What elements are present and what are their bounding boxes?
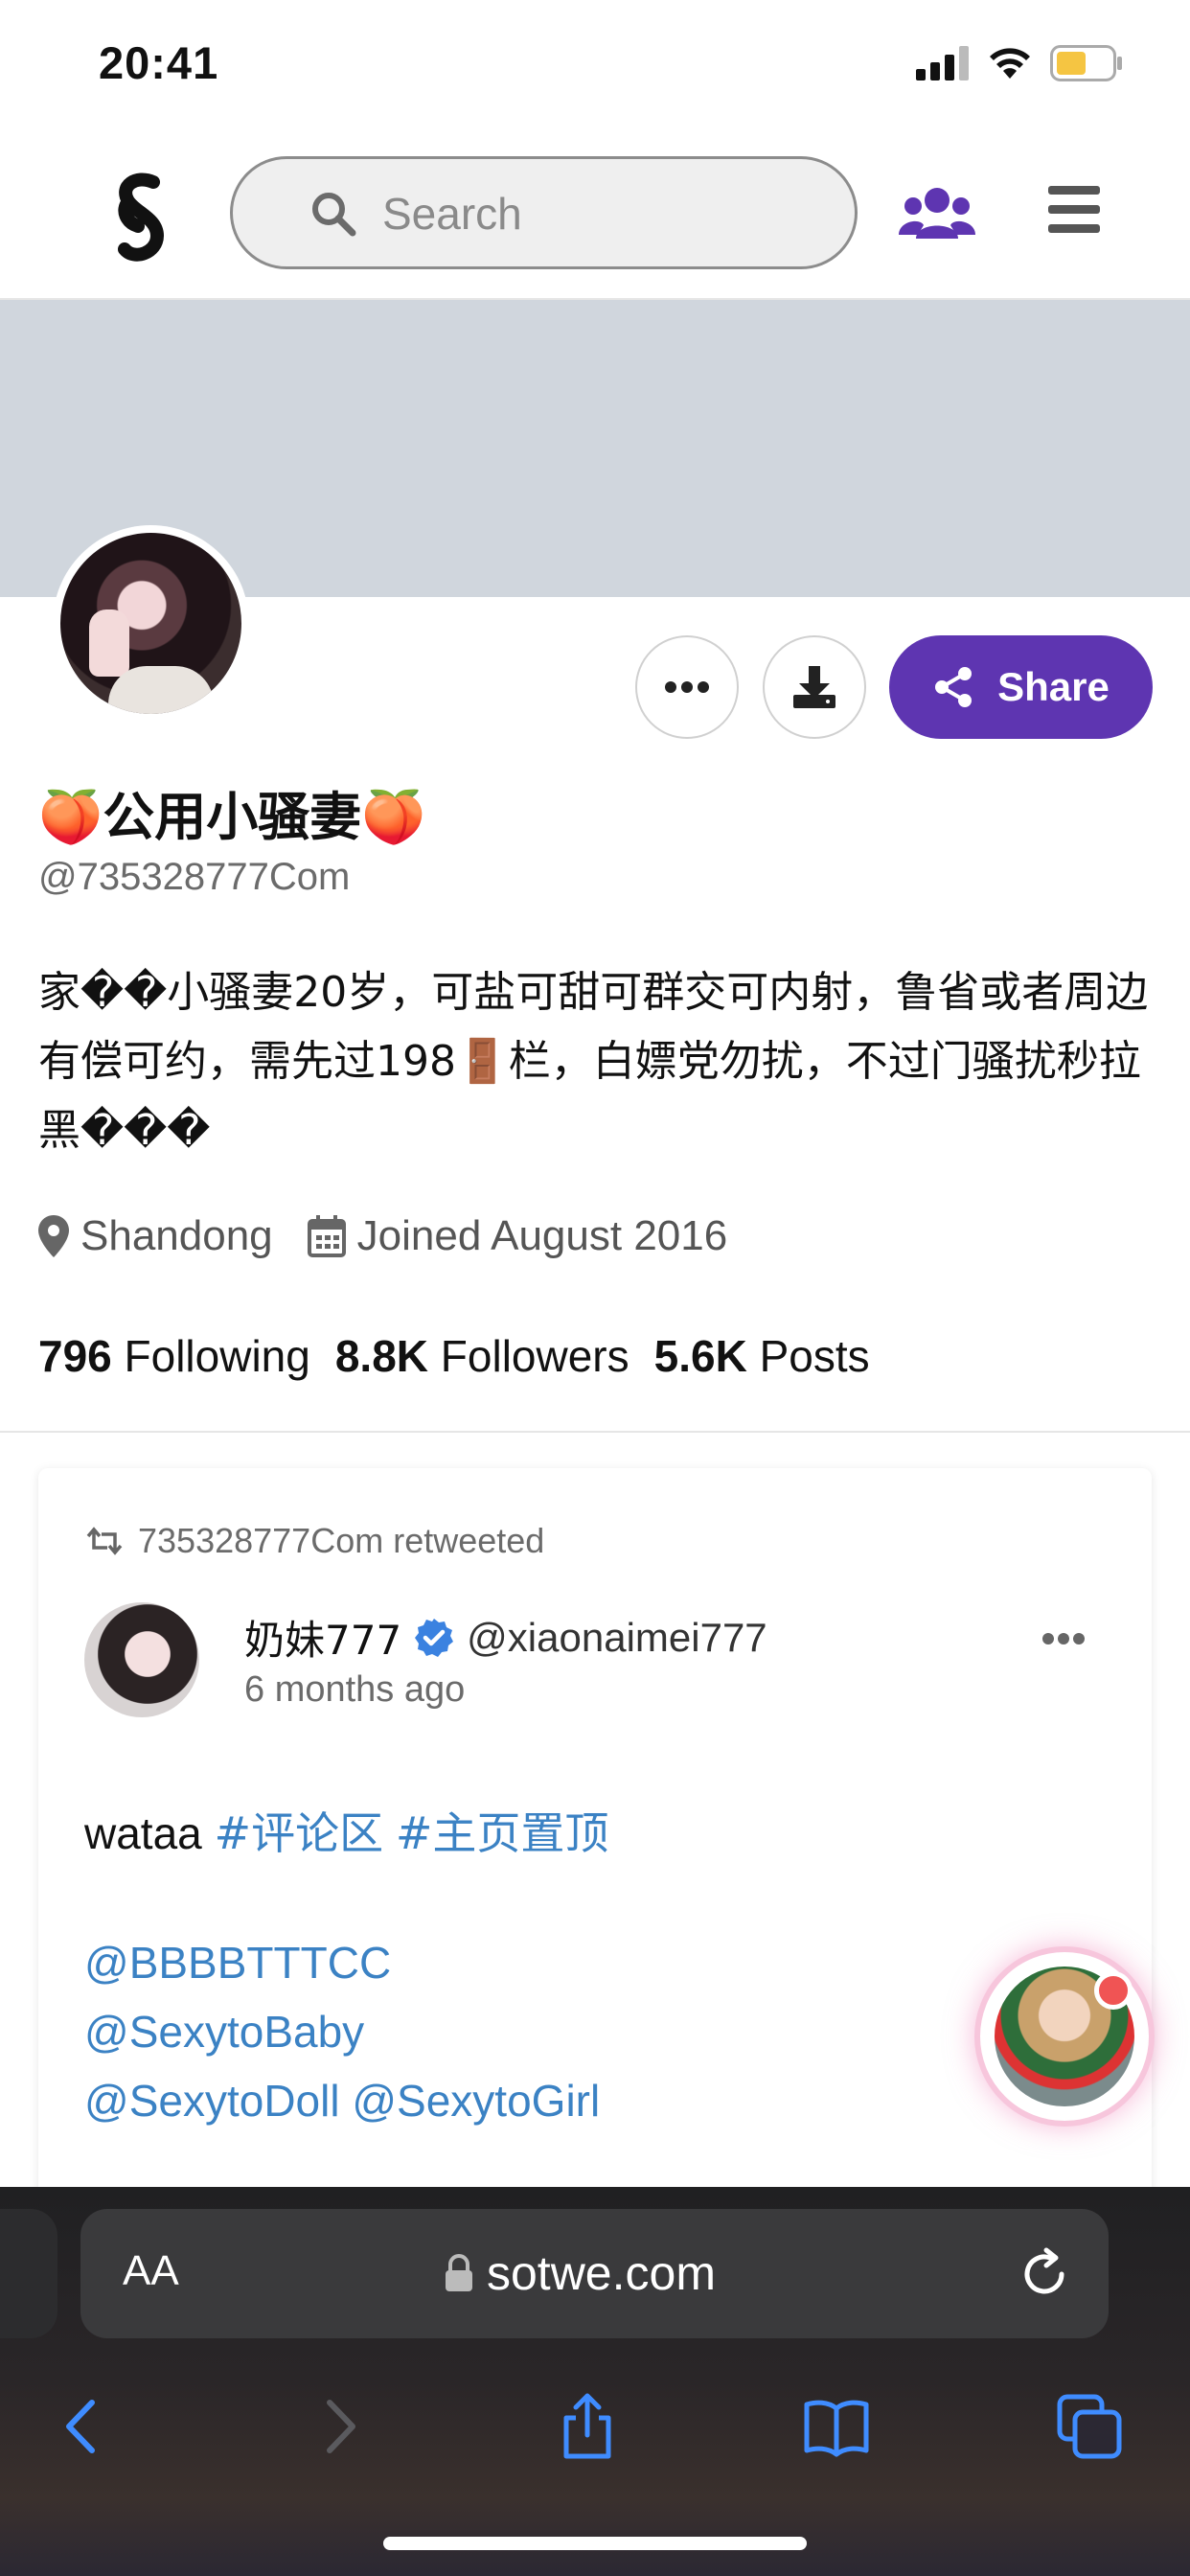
post-mentions: @BBBBTTTCC @SexytoBaby @SexytoDoll @Sexy… bbox=[84, 1928, 600, 2135]
search-placeholder: Search bbox=[382, 189, 522, 239]
browser-toolbar: AA sotwe.com bbox=[0, 2187, 1190, 2576]
forward-icon[interactable] bbox=[305, 2393, 372, 2460]
menu-icon[interactable] bbox=[1048, 184, 1100, 234]
signal-icon bbox=[916, 46, 969, 80]
share-button[interactable]: Share bbox=[889, 635, 1153, 739]
ellipsis-icon bbox=[665, 681, 709, 693]
profile-stats: 796 Following 8.8K Followers 5.6K Posts bbox=[38, 1330, 870, 1382]
url-text: sotwe.com bbox=[487, 2246, 716, 2300]
reader-settings-button[interactable]: AA bbox=[123, 2247, 179, 2295]
calendar-icon bbox=[307, 1215, 346, 1257]
section-divider bbox=[0, 1431, 1190, 1433]
home-indicator bbox=[383, 2537, 807, 2550]
display-name: 🍑公用小骚妻🍑 bbox=[38, 787, 426, 847]
search-input[interactable]: Search bbox=[230, 156, 858, 269]
followers-count: 8.8K bbox=[334, 1331, 429, 1381]
retweet-text: 735328777Com retweeted bbox=[138, 1521, 545, 1560]
profile-bio: 家��小骚妻20岁，可盐可甜可群交可内射，鲁省或者周边有偿可约，需先过198🚪栏… bbox=[38, 968, 1149, 1155]
logo-icon[interactable] bbox=[107, 172, 174, 264]
share-label: Share bbox=[997, 664, 1110, 709]
post-text: wataa #评论区 #主页置顶 bbox=[84, 1799, 608, 1868]
aa-label: AA bbox=[123, 2247, 179, 2294]
following-count: 796 bbox=[38, 1331, 112, 1381]
status-icons bbox=[916, 44, 1123, 82]
post-author[interactable]: 奶妹777 @xiaonaimei777 bbox=[244, 1608, 767, 1667]
wifi-icon bbox=[990, 48, 1030, 79]
bookmarks-icon[interactable] bbox=[803, 2393, 870, 2460]
post-card[interactable]: 735328777Com retweeted 奶妹777 @xiaonaimei… bbox=[38, 1468, 1152, 2196]
share-sheet-icon[interactable] bbox=[554, 2393, 621, 2460]
reload-icon[interactable] bbox=[1018, 2247, 1071, 2301]
avatar-image bbox=[60, 533, 241, 714]
mention-link[interactable]: @SexytoDoll @SexytoGirl bbox=[84, 2066, 600, 2135]
back-icon[interactable] bbox=[50, 2393, 117, 2460]
tabs-icon[interactable] bbox=[1056, 2393, 1123, 2460]
post-time: 6 months ago bbox=[244, 1669, 466, 1710]
following-stat[interactable]: 796 Following bbox=[38, 1330, 310, 1382]
post-author-avatar[interactable] bbox=[84, 1602, 199, 1717]
search-icon bbox=[312, 193, 356, 237]
download-icon bbox=[793, 666, 835, 708]
following-label: Following bbox=[124, 1331, 310, 1381]
users-icon[interactable] bbox=[899, 185, 975, 242]
mention-link[interactable]: @SexytoBaby bbox=[84, 1997, 600, 2066]
profile-avatar[interactable] bbox=[53, 525, 249, 722]
status-bar: 20:41 bbox=[0, 0, 1190, 129]
joined-item: Joined August 2016 bbox=[307, 1212, 728, 1260]
share-icon bbox=[935, 667, 973, 707]
location-pin-icon bbox=[38, 1215, 69, 1257]
retweet-icon bbox=[86, 1527, 123, 1555]
posts-count: 5.6K bbox=[653, 1331, 747, 1381]
status-time: 20:41 bbox=[99, 37, 219, 88]
verified-badge-icon bbox=[415, 1618, 454, 1657]
notification-dot bbox=[1094, 1971, 1133, 2010]
post-author-handle: @xiaonaimei777 bbox=[467, 1614, 767, 1660]
retweet-indicator: 735328777Com retweeted bbox=[84, 1521, 544, 1561]
joined-text: Joined August 2016 bbox=[356, 1212, 728, 1259]
followers-stat[interactable]: 8.8K Followers bbox=[335, 1330, 629, 1382]
location-item: Shandong bbox=[38, 1212, 273, 1260]
post-text-plain: wataa bbox=[84, 1808, 202, 1858]
url-display[interactable]: sotwe.com bbox=[445, 2245, 716, 2301]
lock-icon bbox=[446, 2254, 472, 2291]
posts-label: Posts bbox=[759, 1331, 870, 1381]
post-more-icon[interactable] bbox=[1041, 1629, 1087, 1648]
location-text: Shandong bbox=[80, 1212, 273, 1259]
more-options-button[interactable] bbox=[635, 635, 739, 739]
posts-stat[interactable]: 5.6K Posts bbox=[654, 1330, 870, 1382]
site-header: Search bbox=[0, 129, 1190, 300]
post-author-name: 奶妹777 bbox=[244, 1617, 402, 1664]
hashtag-link[interactable]: #评论区 bbox=[215, 1807, 384, 1859]
followers-label: Followers bbox=[440, 1331, 629, 1381]
address-bar[interactable]: AA sotwe.com bbox=[80, 2209, 1109, 2338]
profile-handle: @735328777Com bbox=[38, 856, 351, 898]
mention-link[interactable]: @BBBBTTTCC bbox=[84, 1928, 600, 1997]
hashtag-link[interactable]: #主页置顶 bbox=[396, 1807, 609, 1859]
battery-icon bbox=[1050, 45, 1122, 81]
download-button[interactable] bbox=[763, 635, 866, 739]
floating-avatar-bubble[interactable] bbox=[974, 1946, 1155, 2127]
profile-meta: Shandong Joined August 2016 bbox=[38, 1212, 762, 1260]
previous-tab-pill[interactable] bbox=[0, 2209, 57, 2338]
bottom-toolbar bbox=[0, 2374, 1190, 2479]
